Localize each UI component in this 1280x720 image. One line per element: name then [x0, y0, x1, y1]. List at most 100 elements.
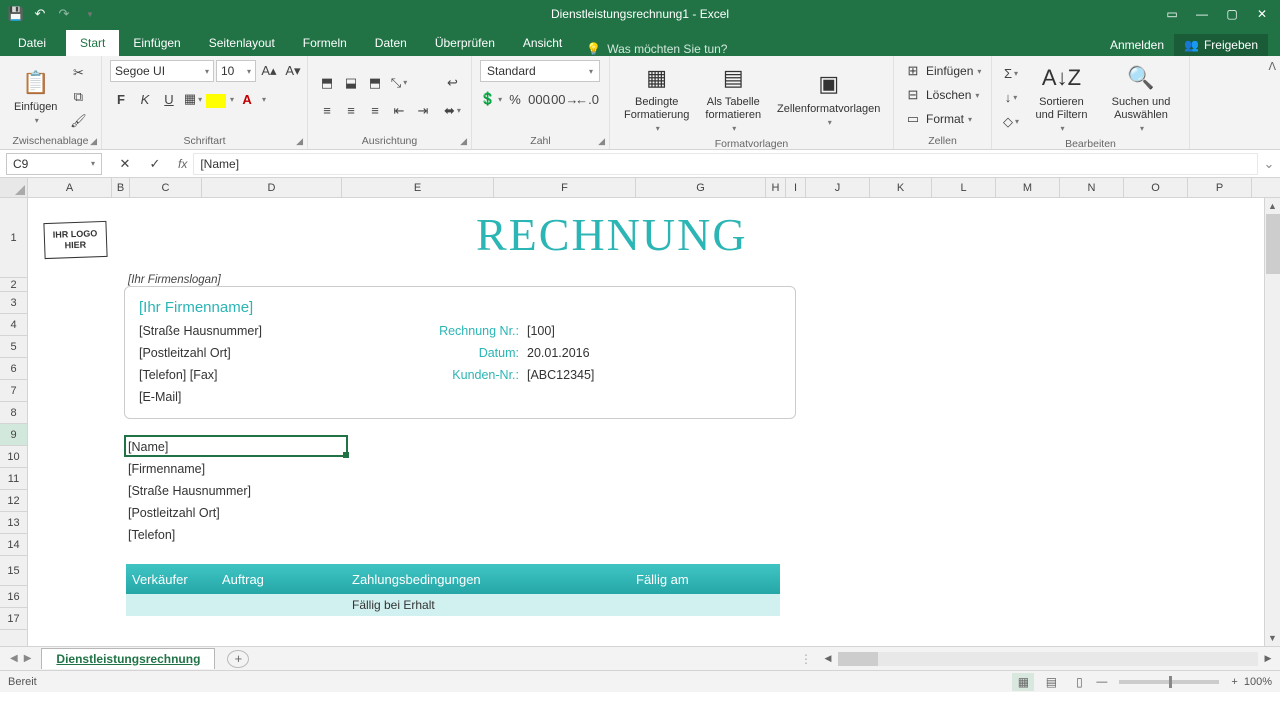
row-header[interactable]: 1 [0, 198, 27, 278]
indent-decrease-icon[interactable]: ⇤ [388, 100, 410, 122]
align-middle-icon[interactable]: ⬓ [340, 72, 362, 94]
tab-file[interactable]: Datei [4, 30, 60, 56]
row-header[interactable]: 3 [0, 292, 27, 314]
formula-input[interactable]: [Name] [193, 153, 1258, 175]
dialog-launcher-icon[interactable]: ◢ [296, 136, 303, 147]
row-header[interactable]: 11 [0, 468, 27, 490]
zoom-slider[interactable] [1119, 680, 1219, 684]
sort-filter-button[interactable]: A↓ZSortieren und Filtern▾ [1026, 60, 1097, 136]
select-all-button[interactable] [0, 178, 28, 197]
decrease-decimal-icon[interactable]: ←.0 [576, 88, 598, 110]
sheet-tab[interactable]: Dienstleistungsrechnung [41, 648, 215, 669]
fill-icon[interactable]: ↓▾ [1000, 87, 1022, 109]
zoom-level[interactable]: 100% [1244, 676, 1272, 688]
font-size-select[interactable]: 10▾ [216, 60, 256, 82]
copy-icon[interactable]: ⧉ [67, 86, 89, 108]
row-header[interactable]: 7 [0, 380, 27, 402]
row-header[interactable]: 15 [0, 556, 27, 586]
row-header[interactable]: 12 [0, 490, 27, 512]
column-header[interactable]: N [1060, 178, 1124, 197]
align-bottom-icon[interactable]: ⬒ [364, 72, 386, 94]
column-header[interactable]: P [1188, 178, 1252, 197]
dialog-launcher-icon[interactable]: ◢ [90, 136, 97, 147]
vertical-scrollbar[interactable]: ▲ ▼ [1264, 198, 1280, 646]
row-header[interactable]: 2 [0, 278, 27, 292]
zoom-in-button[interactable]: + [1231, 676, 1237, 688]
row-header[interactable]: 17 [0, 608, 27, 630]
tab-formulas[interactable]: Formeln [289, 30, 361, 56]
sheet-canvas[interactable]: IHR LOGOHIER RECHNUNG [Ihr Firmenslogan]… [28, 198, 1264, 646]
row-header[interactable]: 8 [0, 402, 27, 424]
autosum-icon[interactable]: Σ▾ [1000, 63, 1022, 85]
tell-me-search[interactable]: 💡 Was möchten Sie tun? [586, 42, 727, 56]
tab-layout[interactable]: Seitenlayout [195, 30, 289, 56]
column-header[interactable]: C [130, 178, 202, 197]
fill-color-dropdown[interactable]: ▾ [230, 95, 234, 104]
save-icon[interactable]: 💾 [8, 6, 24, 22]
minimize-button[interactable]: — [1188, 3, 1216, 25]
page-break-view-icon[interactable]: ▯ [1068, 673, 1090, 691]
align-right-icon[interactable]: ≡ [364, 100, 386, 122]
worksheet-grid[interactable]: 1234567891011121314151617 IHR LOGOHIER R… [0, 198, 1280, 646]
row-header[interactable]: 10 [0, 446, 27, 468]
row-header[interactable]: 14 [0, 534, 27, 556]
column-header[interactable]: M [996, 178, 1060, 197]
scroll-thumb[interactable] [1266, 214, 1280, 274]
clear-icon[interactable]: ◇▾ [1000, 111, 1022, 133]
bold-button[interactable]: F [110, 88, 132, 110]
column-header[interactable]: F [494, 178, 636, 197]
signin-link[interactable]: Anmelden [1110, 38, 1164, 52]
row-header[interactable]: 13 [0, 512, 27, 534]
row-header[interactable]: 4 [0, 314, 27, 336]
border-button[interactable]: ▦▾ [182, 88, 204, 110]
align-top-icon[interactable]: ⬒ [316, 72, 338, 94]
column-header[interactable]: I [786, 178, 806, 197]
increase-decimal-icon[interactable]: .00→ [552, 88, 574, 110]
cut-icon[interactable]: ✂ [67, 62, 89, 84]
enter-icon[interactable]: ✓ [144, 153, 166, 175]
cell-styles-button[interactable]: ▣Zellenformatvorlagen▾ [771, 67, 886, 130]
grow-font-icon[interactable]: A▴ [258, 60, 280, 82]
zoom-out-button[interactable]: — [1096, 676, 1107, 688]
column-header[interactable]: L [932, 178, 996, 197]
column-header[interactable]: B [112, 178, 130, 197]
font-name-select[interactable]: Segoe UI▾ [110, 60, 214, 82]
underline-button[interactable]: U [158, 88, 180, 110]
column-header[interactable]: H [766, 178, 786, 197]
scroll-down-icon[interactable]: ▼ [1265, 630, 1280, 646]
name-box[interactable]: C9▾ [6, 153, 102, 175]
page-layout-view-icon[interactable]: ▤ [1040, 673, 1062, 691]
tab-nav-prev-icon[interactable]: ◀ [10, 653, 18, 664]
percent-icon[interactable]: % [504, 88, 526, 110]
find-select-button[interactable]: 🔍Suchen und Auswählen▾ [1101, 60, 1181, 136]
row-header[interactable]: 6 [0, 358, 27, 380]
align-left-icon[interactable]: ≡ [316, 100, 338, 122]
number-format-select[interactable]: Standard▾ [480, 60, 600, 82]
insert-cells-button[interactable]: ⊞Einfügen▾ [902, 60, 981, 82]
scroll-left-icon[interactable]: ◀ [820, 651, 836, 667]
wrap-text-button[interactable]: ↩ [444, 72, 461, 94]
scroll-thumb[interactable] [838, 652, 878, 666]
column-header[interactable]: K [870, 178, 932, 197]
merge-button[interactable]: ⬌▾ [444, 100, 461, 122]
undo-icon[interactable]: ↶ [32, 6, 48, 22]
conditional-format-button[interactable]: ▦Bedingte Formatierung▾ [618, 60, 695, 136]
column-header[interactable]: A [28, 178, 112, 197]
column-header[interactable]: E [342, 178, 494, 197]
italic-button[interactable]: K [134, 88, 156, 110]
format-cells-button[interactable]: ▭Format▾ [902, 108, 972, 130]
maximize-button[interactable]: ▢ [1218, 3, 1246, 25]
dialog-launcher-icon[interactable]: ◢ [598, 136, 605, 147]
tab-view[interactable]: Ansicht [509, 30, 576, 56]
qat-customize-icon[interactable]: ▼ [82, 6, 98, 22]
align-center-icon[interactable]: ≡ [340, 100, 362, 122]
share-button[interactable]: 👥 Freigeben [1174, 34, 1268, 56]
tab-insert[interactable]: Einfügen [119, 30, 194, 56]
shrink-font-icon[interactable]: A▾ [282, 60, 304, 82]
tab-data[interactable]: Daten [361, 30, 421, 56]
delete-cells-button[interactable]: ⊟Löschen▾ [902, 84, 979, 106]
tab-review[interactable]: Überprüfen [421, 30, 509, 56]
format-painter-icon[interactable]: 🖌 [67, 110, 89, 132]
collapse-ribbon-icon[interactable]: ᐱ [1268, 60, 1276, 73]
tab-nav-next-icon[interactable]: ▶ [24, 653, 32, 664]
